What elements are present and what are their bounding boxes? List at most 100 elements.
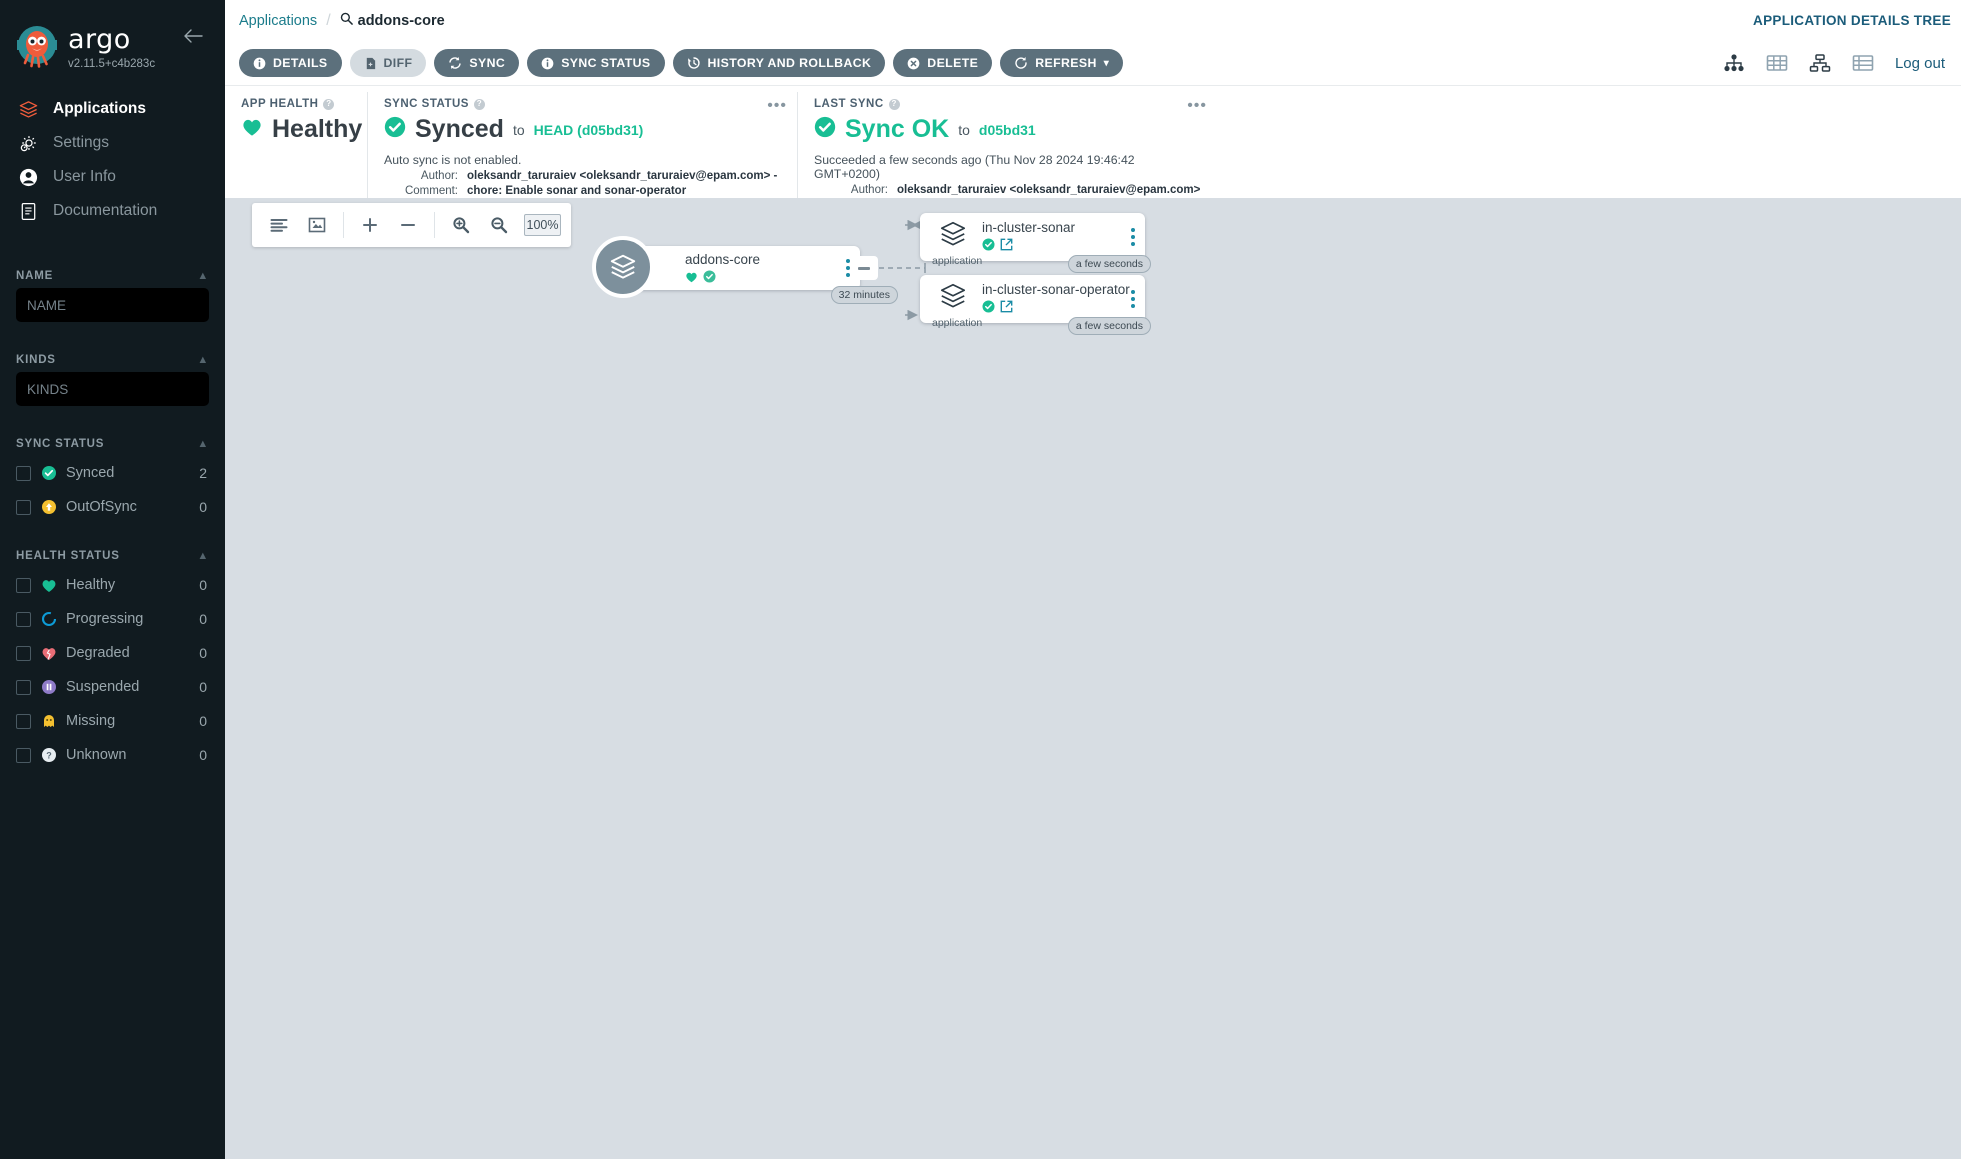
collapse-children-handle[interactable] <box>850 256 878 280</box>
checkbox[interactable] <box>16 645 31 661</box>
comment-label: Comment: <box>404 184 458 197</box>
author-label: Author: <box>420 169 458 182</box>
question-mark-icon[interactable]: ? <box>323 98 335 110</box>
filter-option-outofsync[interactable]: OutOfSync 0 <box>16 490 209 524</box>
tree-view-icon[interactable] <box>1723 54 1745 72</box>
sync-status-button[interactable]: SYNC STATUS <box>527 49 665 77</box>
brand-version: v2.11.5+c4b283c <box>68 58 156 70</box>
filter-option-healthy[interactable]: Healthy 0 <box>16 568 209 602</box>
filter-option-suspended[interactable]: Suspended 0 <box>16 670 209 704</box>
ellipsis-icon[interactable]: ••• <box>767 98 787 114</box>
sync-status-value: Synced <box>415 115 504 143</box>
zoom-minus-icon[interactable] <box>391 208 425 242</box>
filter-option-progressing[interactable]: Progressing 0 <box>16 602 209 636</box>
checkbox[interactable] <box>16 499 31 515</box>
progressing-circle-icon <box>40 611 57 628</box>
application-tree-canvas[interactable]: 100% addons-core 32 minutes application … <box>225 198 1961 1159</box>
caret-up-icon[interactable]: ▲ <box>197 270 209 282</box>
delete-button[interactable]: DELETE <box>893 49 993 77</box>
diff-button[interactable]: DIFF <box>349 49 427 77</box>
question-mark-icon[interactable]: ? <box>473 98 485 110</box>
synced-check-icon <box>384 116 406 143</box>
caret-up-icon[interactable]: ▲ <box>197 354 209 366</box>
name-filter-input[interactable] <box>16 288 209 322</box>
revision-link[interactable]: d05bd31 <box>979 122 1036 138</box>
author-value: oleksandr_taruraiev <oleksandr_taruraiev… <box>467 169 778 182</box>
graph-node-root[interactable]: addons-core 32 minutes <box>592 236 898 304</box>
synced-check-icon <box>982 238 995 256</box>
filter-option-count: 0 <box>199 499 207 515</box>
caret-up-icon[interactable]: ▲ <box>197 550 209 562</box>
question-mark-icon[interactable]: ? <box>888 98 900 110</box>
sidebar-filters: NAME ▲ KINDS ▲ SYNC STATUS ▲ Synced 2 <box>0 262 225 772</box>
checkbox[interactable] <box>16 679 31 695</box>
filter-option-unknown[interactable]: ? Unknown 0 <box>16 738 209 772</box>
filter-option-count: 0 <box>199 611 207 627</box>
external-link-icon[interactable] <box>1000 238 1013 256</box>
filter-option-count: 2 <box>199 465 207 481</box>
file-diff-icon <box>364 57 377 70</box>
history-and-rollback-button[interactable]: HISTORY AND ROLLBACK <box>672 49 886 77</box>
filter-header-kinds[interactable]: KINDS ▲ <box>16 346 209 372</box>
breadcrumb-applications[interactable]: Applications <box>239 13 317 29</box>
zoom-out-magnifier-icon[interactable] <box>482 208 516 242</box>
sidebar-item-settings[interactable]: Settings <box>0 126 225 160</box>
filter-header-name[interactable]: NAME ▲ <box>16 262 209 288</box>
ellipsis-icon[interactable]: ••• <box>1187 98 1207 114</box>
node-kind: application <box>932 317 983 329</box>
list-view-icon[interactable] <box>1852 54 1874 72</box>
details-button[interactable]: DETAILS <box>239 49 342 77</box>
button-label: DELETE <box>927 56 979 70</box>
filter-option-degraded[interactable]: Degraded 0 <box>16 636 209 670</box>
heart-icon <box>685 270 698 288</box>
sidebar-item-documentation[interactable]: Documentation <box>0 194 225 228</box>
zoom-in-magnifier-icon[interactable] <box>444 208 478 242</box>
filter-header-sync-status[interactable]: SYNC STATUS ▲ <box>16 430 209 456</box>
arrow-left-icon[interactable] <box>183 28 203 47</box>
breadcrumb-current-label: addons-core <box>357 12 445 29</box>
revision-link[interactable]: HEAD (d05bd31) <box>534 122 644 138</box>
fit-to-screen-icon[interactable] <box>300 208 334 242</box>
zoom-level-input[interactable]: 100% <box>524 214 561 236</box>
pods-grid-view-icon[interactable] <box>1766 54 1788 72</box>
zoom-plus-icon[interactable] <box>353 208 387 242</box>
node-name: in-cluster-sonar-operator <box>982 282 1130 297</box>
sidebar-item-label: Settings <box>53 134 110 151</box>
checkbox[interactable] <box>16 747 31 763</box>
graph-node-in-cluster-sonar-operator[interactable]: application in-cluster-sonar-operator a … <box>920 275 1151 335</box>
kebab-menu-icon[interactable] <box>1131 290 1135 308</box>
filter-option-missing[interactable]: Missing 0 <box>16 704 209 738</box>
breadcrumb-current: addons-core <box>340 12 445 29</box>
chevron-down-icon: ▾ <box>1103 57 1110 69</box>
checkbox[interactable] <box>16 577 31 593</box>
breadcrumb-separator: / <box>326 11 331 29</box>
filter-option-synced[interactable]: Synced 2 <box>16 456 209 490</box>
network-view-icon[interactable] <box>1809 54 1831 72</box>
filter-header-health-status[interactable]: HEALTH STATUS ▲ <box>16 542 209 568</box>
kinds-filter-input[interactable] <box>16 372 209 406</box>
caret-up-icon[interactable]: ▲ <box>197 438 209 450</box>
brand-name: argo <box>68 24 131 55</box>
external-link-icon[interactable] <box>1000 300 1013 318</box>
sidebar-item-label: Applications <box>53 100 147 117</box>
heart-icon <box>40 577 57 594</box>
toggle-compact-icon[interactable] <box>262 208 296 242</box>
panel-title: LAST SYNC ? <box>814 98 1201 110</box>
checkbox[interactable] <box>16 713 31 729</box>
checkbox[interactable] <box>16 611 31 627</box>
age-pill: 32 minutes <box>830 286 898 304</box>
stack-layers-icon <box>938 283 968 315</box>
sidebar-item-applications[interactable]: Applications <box>0 92 225 126</box>
logout-button[interactable]: Log out <box>1895 55 1945 72</box>
comment-value: chore: Enable sonar and sonar-operator <box>467 184 687 197</box>
checkbox[interactable] <box>16 465 31 481</box>
kebab-menu-icon[interactable] <box>1131 228 1135 246</box>
sync-button[interactable]: SYNC <box>434 49 520 77</box>
node-name: in-cluster-sonar <box>982 220 1076 235</box>
sidebar-item-user-info[interactable]: User Info <box>0 160 225 194</box>
graph-node-in-cluster-sonar[interactable]: application in-cluster-sonar a few secon… <box>920 213 1151 273</box>
refresh-button[interactable]: REFRESH ▾ <box>1000 49 1124 77</box>
to-label: to <box>958 121 970 138</box>
synced-check-icon <box>814 116 836 143</box>
filter-option-label: Healthy <box>66 577 116 593</box>
